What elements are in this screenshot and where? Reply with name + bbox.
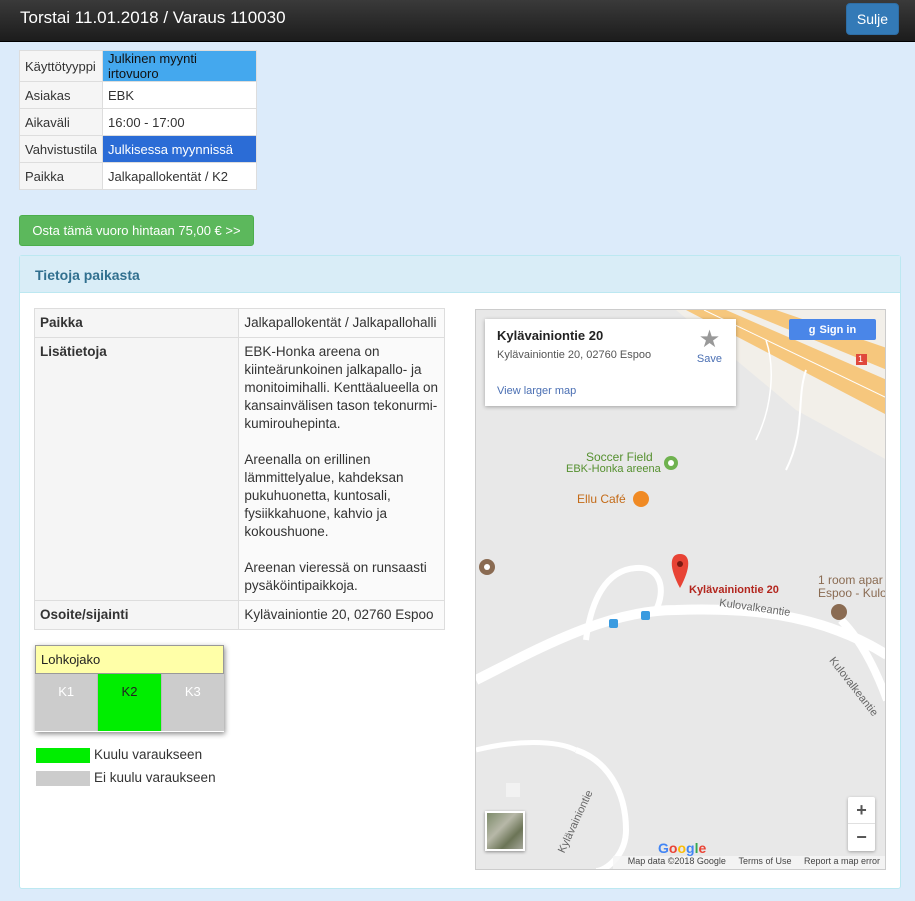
- page-title: Torstai 11.01.2018 / Varaus 110030: [20, 8, 286, 27]
- time-range-value: 16:00 - 17:00: [102, 108, 258, 136]
- panel-heading: Tietoja paikasta: [20, 256, 900, 293]
- legend-excluded: Ei kuulu varaukseen: [36, 770, 216, 786]
- poi-soccer-field[interactable]: Soccer Field: [586, 450, 653, 464]
- legend-excluded-label: Ei kuulu varaukseen: [94, 770, 216, 785]
- venue-place-label: Paikka: [33, 308, 240, 338]
- booking-info-table: Käyttötyyppi Julkinen myynti irtovuoro A…: [18, 50, 258, 190]
- google-g-icon: g: [808, 323, 816, 336]
- map-info-card: Kylävainiontie 20 Kylävainiontie 20, 027…: [485, 319, 736, 406]
- legend-excluded-swatch: [36, 770, 90, 786]
- road-badge: 1: [858, 354, 864, 364]
- table-row: Paikka Jalkapallokentät / K2: [18, 162, 258, 190]
- save-place-button[interactable]: ★ Save: [696, 326, 722, 366]
- legend-included-label: Kuulu varaukseen: [94, 747, 203, 762]
- table-row: Aikaväli 16:00 - 17:00: [18, 108, 258, 136]
- top-bar: Torstai 11.01.2018 / Varaus 110030 Sulje: [0, 0, 915, 42]
- map-card-address: Kylävainiontie 20, 02760 Espoo: [497, 349, 652, 361]
- table-row: Käyttötyyppi Julkinen myynti irtovuoro: [18, 50, 258, 82]
- details-paragraph: Areenalla on erillinen lämmittelyalue, k…: [244, 452, 404, 539]
- confirmation-status-value: Julkisessa myynnissä: [102, 135, 258, 163]
- venue-address-label: Osoite/sijainti: [33, 600, 240, 630]
- zoom-in-button[interactable]: +: [848, 797, 875, 824]
- legend-included: Kuulu varaukseen: [36, 747, 202, 763]
- usage-type-label: Käyttötyyppi: [18, 50, 104, 82]
- save-label: Save: [696, 353, 722, 365]
- venue-details-value: EBK-Honka areena on kiinteärunkoinen jal…: [238, 337, 445, 601]
- satellite-toggle[interactable]: [485, 811, 525, 851]
- map-attribution: Map data ©2018 Google Terms of Use Repor…: [612, 856, 885, 869]
- place-value: Jalkapallokentät / K2: [102, 162, 258, 190]
- map-data-credit: Map data ©2018 Google: [627, 856, 726, 866]
- usage-type-value: Julkinen myynti irtovuoro: [102, 50, 258, 82]
- table-row: Osoite/sijainti Kylävainiontie 20, 02760…: [33, 600, 445, 630]
- close-button[interactable]: Sulje: [846, 3, 899, 35]
- venue-address-value: Kylävainiontie 20, 02760 Espoo: [238, 600, 445, 630]
- venue-details-label: Lisätietoja: [33, 337, 240, 601]
- poi-soccer-field-sub: EBK-Honka areena: [566, 463, 661, 475]
- poi-cafe[interactable]: Ellu Café: [577, 492, 626, 506]
- table-row: Vahvistustila Julkisessa myynnissä: [18, 135, 258, 163]
- block-k1: K1: [35, 674, 99, 731]
- block-division: Lohkojako K1 K2 K3: [35, 645, 224, 732]
- details-paragraph: Areenan vieressä on runsaasti pysäköinti…: [244, 560, 427, 593]
- map-card-title: Kylävainiontie 20: [497, 328, 604, 343]
- map-embed[interactable]: 1 Soccer Field EBK-Honka areena Ellu Caf…: [475, 309, 886, 870]
- poi-apartment[interactable]: 1 room apar: [818, 573, 883, 587]
- table-row: Asiakas EBK: [18, 81, 258, 109]
- buy-slot-button[interactable]: Osta tämä vuoro hintaan 75,00 € >>: [19, 215, 254, 246]
- customer-value: EBK: [102, 81, 258, 109]
- pin-label: Kylävainiontie 20: [689, 584, 779, 596]
- map-zoom-controls: + −: [848, 797, 875, 851]
- google-logo: Google: [658, 840, 707, 856]
- venue-info-panel: Tietoja paikasta Paikka Jalkapallokentät…: [19, 255, 901, 889]
- confirmation-status-label: Vahvistustila: [18, 135, 104, 163]
- sign-in-label: Sign in: [819, 323, 857, 336]
- zoom-out-button[interactable]: −: [848, 824, 875, 851]
- block-k2: K2: [98, 674, 162, 731]
- block-division-title: Lohkojako: [35, 645, 224, 674]
- place-label: Paikka: [18, 162, 104, 190]
- customer-label: Asiakas: [18, 81, 104, 109]
- table-row: Paikka Jalkapallokentät / Jalkapallohall…: [33, 308, 445, 338]
- star-icon: ★: [698, 326, 721, 353]
- map-sign-in-button[interactable]: g Sign in: [789, 319, 876, 340]
- details-paragraph: EBK-Honka areena on kiinteärunkoinen jal…: [244, 344, 439, 431]
- time-range-label: Aikaväli: [18, 108, 104, 136]
- poi-apartment-sub: Espoo - Kulo: [818, 586, 886, 600]
- block-row: K1 K2 K3: [35, 674, 224, 731]
- terms-of-use-link[interactable]: Terms of Use: [738, 856, 791, 866]
- view-larger-map-link[interactable]: View larger map: [497, 385, 576, 397]
- legend-included-swatch: [36, 747, 90, 763]
- venue-place-value: Jalkapallokentät / Jalkapallohalli: [238, 308, 445, 338]
- report-map-error-link[interactable]: Report a map error: [804, 856, 880, 866]
- table-row: Lisätietoja EBK-Honka areena on kiinteär…: [33, 337, 445, 601]
- venue-table: Paikka Jalkapallokentät / Jalkapallohall…: [33, 308, 445, 630]
- block-k3: K3: [161, 674, 224, 731]
